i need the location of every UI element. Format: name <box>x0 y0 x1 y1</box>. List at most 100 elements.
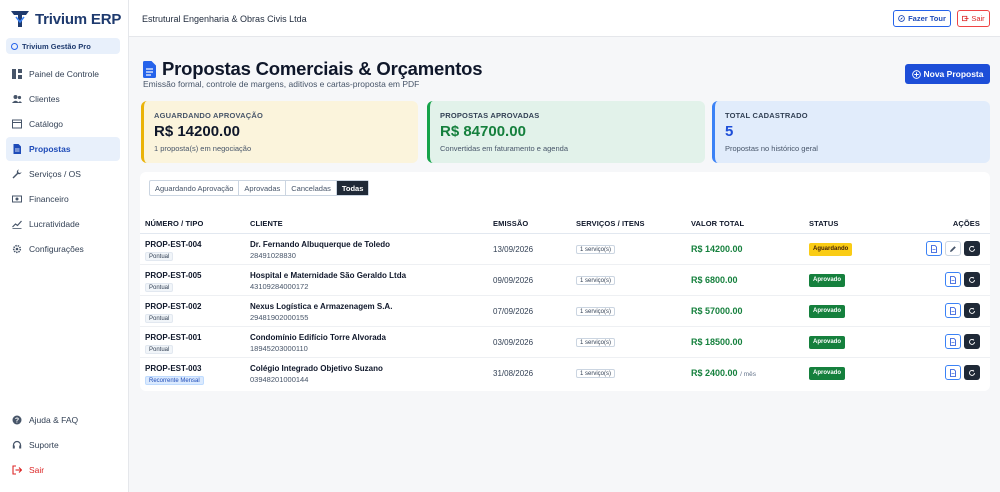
stat-caption: 1 proposta(s) em negociação <box>154 144 252 153</box>
row-actions <box>926 241 980 256</box>
type-badge: Pontual <box>145 283 174 292</box>
sidebar-nav: Painel de Controle Clientes Catálogo Pro… <box>6 62 120 262</box>
trend-icon <box>12 220 22 229</box>
history-button[interactable] <box>964 272 980 287</box>
stat-caption: Propostas no histórico geral <box>725 144 818 153</box>
issue-date: 31/08/2026 <box>493 369 534 378</box>
services-badge: 1 serviço(s) <box>576 245 616 254</box>
sidebar-item-ajuda[interactable]: ? Ajuda & FAQ <box>6 408 120 432</box>
sidebar-item-painel[interactable]: Painel de Controle <box>6 62 120 86</box>
filter-todas[interactable]: Todas <box>336 181 369 195</box>
sidebar-item-label: Serviços / OS <box>29 169 81 179</box>
total-value: R$ 57000.00 <box>691 306 743 316</box>
exit-button[interactable]: Sair <box>957 10 990 27</box>
stat-card-pending: AGUARDANDO APROVAÇÃO R$ 14200.00 1 propo… <box>141 101 418 163</box>
services-badge: 1 serviço(s) <box>576 369 616 378</box>
sidebar: Trivium ERP Trivium Gestão Pro Painel de… <box>0 0 129 492</box>
stat-value: R$ 14200.00 <box>154 123 240 140</box>
sidebar-item-label: Financeiro <box>29 194 69 204</box>
table-row[interactable]: PROP-EST-002 Pontual Nexus Logística e A… <box>140 296 990 327</box>
pdf-button[interactable] <box>945 334 961 349</box>
plan-badge: Trivium Gestão Pro <box>6 38 120 54</box>
pdf-button[interactable] <box>945 365 961 380</box>
stat-label: AGUARDANDO APROVAÇÃO <box>154 111 263 120</box>
stat-label: TOTAL CADASTRADO <box>725 111 808 120</box>
sidebar-item-lucratividade[interactable]: Lucratividade <box>6 212 120 236</box>
edit-button[interactable] <box>945 241 961 256</box>
refresh-icon <box>969 307 975 314</box>
sidebar-item-sair[interactable]: Sair <box>6 458 120 482</box>
proposal-number: PROP-EST-005 <box>145 271 202 280</box>
sidebar-item-financeiro[interactable]: Financeiro <box>6 187 120 211</box>
type-badge: Pontual <box>145 314 174 323</box>
history-button[interactable] <box>964 334 980 349</box>
history-button[interactable] <box>964 241 980 256</box>
total-value: R$ 18500.00 <box>691 337 743 347</box>
sidebar-item-propostas[interactable]: Propostas <box>6 137 120 161</box>
total-value-amount: R$ 57000.00 <box>691 306 743 316</box>
issue-date: 13/09/2026 <box>493 245 534 254</box>
status-filter-group: Aguardando Aprovação Aprovadas Cancelada… <box>149 180 370 196</box>
new-proposal-label: Nova Proposta <box>923 69 984 79</box>
column-header-valor: VALOR TOTAL <box>691 219 745 228</box>
filter-aguardando[interactable]: Aguardando Aprovação <box>150 181 240 195</box>
row-actions <box>945 334 980 349</box>
sidebar-item-label: Configurações <box>29 244 84 254</box>
catalog-icon <box>12 119 22 129</box>
column-header-acoes: AÇÕES <box>952 219 980 228</box>
tour-button-label: Fazer Tour <box>908 14 946 23</box>
new-proposal-button[interactable]: Nova Proposta <box>905 64 990 84</box>
sidebar-item-label: Painel de Controle <box>29 69 99 79</box>
filter-aprovadas[interactable]: Aprovadas <box>239 181 287 195</box>
pdf-button[interactable] <box>945 272 961 287</box>
plan-icon <box>11 42 18 50</box>
filter-canceladas[interactable]: Canceladas <box>286 181 337 195</box>
compass-icon <box>898 15 905 22</box>
pdf-icon <box>950 337 956 346</box>
refresh-icon <box>969 338 975 345</box>
help-icon: ? <box>12 415 22 425</box>
column-header-servicos: SERVIÇOS / ITENS <box>576 219 645 228</box>
pdf-button[interactable] <box>945 303 961 318</box>
history-button[interactable] <box>964 303 980 318</box>
issue-date: 09/09/2026 <box>493 276 534 285</box>
type-badge: Pontual <box>145 345 174 354</box>
history-button[interactable] <box>964 365 980 380</box>
headset-icon <box>12 440 22 449</box>
pdf-icon <box>931 244 937 253</box>
total-value: R$ 2400.00 / mês <box>691 368 756 378</box>
type-badge: Pontual <box>145 252 174 261</box>
trivium-logo-icon <box>11 11 29 27</box>
pdf-button[interactable] <box>926 241 942 256</box>
sidebar-item-configuracoes[interactable]: Configurações <box>6 237 120 261</box>
client-name: Nexus Logística e Armazenagem S.A. <box>250 302 393 311</box>
proposal-number: PROP-EST-001 <box>145 333 202 342</box>
proposal-number: PROP-EST-004 <box>145 240 202 249</box>
sidebar-item-suporte[interactable]: Suporte <box>6 433 120 457</box>
table-row[interactable]: PROP-EST-004 Pontual Dr. Fernando Albuqu… <box>140 234 990 265</box>
pdf-icon <box>950 306 956 315</box>
stat-card-approved: PROPOSTAS APROVADAS R$ 84700.00 Converti… <box>427 101 705 163</box>
stat-caption: Convertidas em faturamento e agenda <box>440 144 568 153</box>
sidebar-item-catalogo[interactable]: Catálogo <box>6 112 120 136</box>
sidebar-item-label: Lucratividade <box>29 219 80 229</box>
table-row[interactable]: PROP-EST-001 Pontual Condomínio Edifício… <box>140 327 990 358</box>
sidebar-item-label: Clientes <box>29 94 60 104</box>
table-row[interactable]: PROP-EST-005 Pontual Hospital e Maternid… <box>140 265 990 296</box>
client-document: 03948201000144 <box>250 375 309 384</box>
page-subtitle: Emissão formal, controle de margens, adi… <box>143 79 420 89</box>
sidebar-item-servicos[interactable]: Serviços / OS <box>6 162 120 186</box>
status-badge: Aprovado <box>809 336 846 349</box>
row-actions <box>945 365 980 380</box>
sidebar-item-clientes[interactable]: Clientes <box>6 87 120 111</box>
app-logo[interactable]: Trivium ERP <box>10 10 121 28</box>
column-header-numero: NÚMERO / TIPO <box>145 219 204 228</box>
exit-button-label: Sair <box>971 14 985 23</box>
tour-button[interactable]: Fazer Tour <box>893 10 951 27</box>
issue-date: 03/09/2026 <box>493 338 534 347</box>
proposal-number: PROP-EST-002 <box>145 302 202 311</box>
refresh-icon <box>969 369 975 376</box>
table-row[interactable]: PROP-EST-003 Recorrente Mensal Colégio I… <box>140 358 990 389</box>
services-badge: 1 serviço(s) <box>576 276 616 285</box>
pdf-icon <box>950 368 956 377</box>
